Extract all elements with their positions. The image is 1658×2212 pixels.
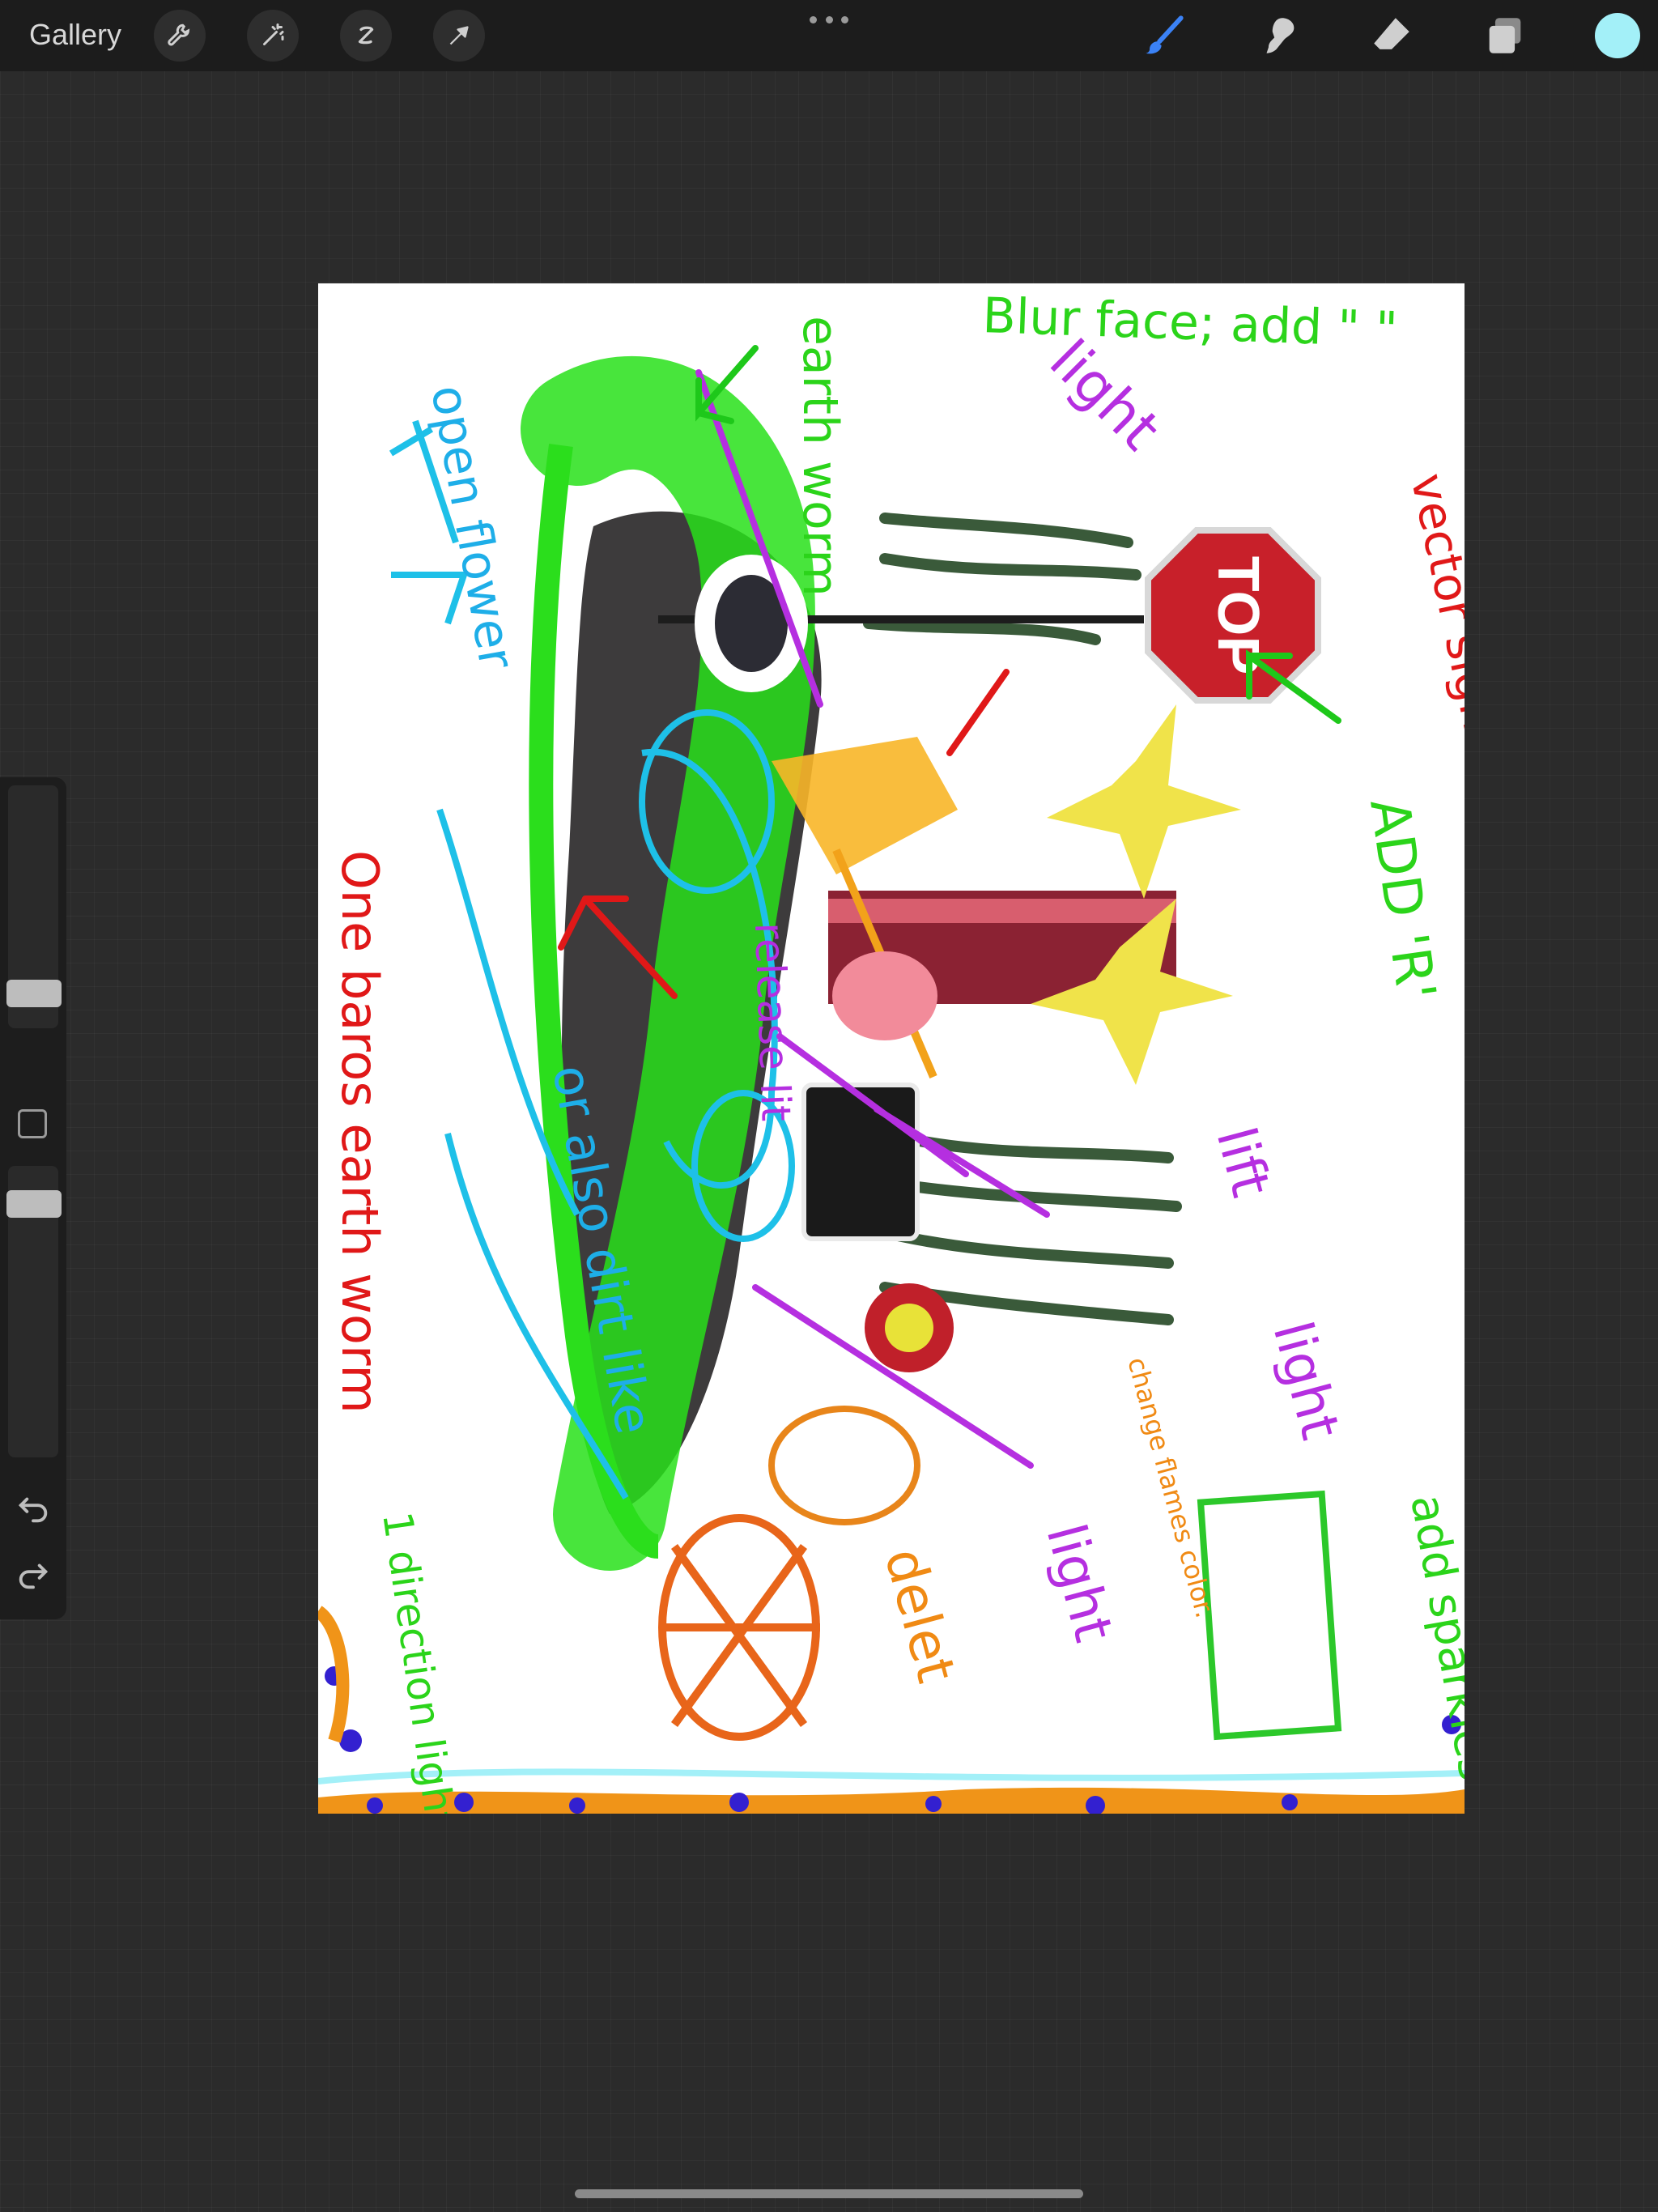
actions-button[interactable] [154, 10, 206, 62]
opacity-slider[interactable] [6, 1166, 62, 1457]
annotation-light-3: light [1261, 1315, 1352, 1445]
brush-size-slider[interactable] [6, 785, 62, 1028]
annotation-light-4: light [1035, 1517, 1125, 1648]
annotation-vector-signs: vector signs [1400, 469, 1465, 759]
selection-icon [358, 26, 374, 45]
opacity-thumb[interactable] [6, 1190, 62, 1218]
more-options-icon[interactable] [810, 8, 848, 31]
transform-button[interactable] [433, 10, 485, 62]
redo-icon[interactable] [15, 1556, 52, 1593]
eraser-icon [1374, 18, 1409, 49]
annotation-light-2: lift [1205, 1121, 1282, 1203]
annotation-earthworm: earth worm [792, 316, 848, 597]
undo-icon[interactable] [15, 1490, 52, 1527]
layers-icon [1489, 18, 1521, 53]
annotation-blur-face: Blur face; add " " [981, 287, 1398, 359]
artwork: TOP Blur face; add " " earth worm open f… [318, 287, 1465, 1814]
gallery-button[interactable]: Gallery [29, 18, 121, 52]
layers-button[interactable] [1477, 8, 1533, 63]
adjustments-button[interactable] [247, 10, 299, 62]
brush-icon [1146, 15, 1184, 54]
eraser-tool-button[interactable] [1364, 8, 1419, 63]
color-picker-button[interactable] [1595, 13, 1640, 58]
annotation-study-light: 1 direction light study [373, 1509, 482, 1814]
annotation-release-lit: release lit [746, 921, 800, 1121]
selection-button[interactable] [340, 10, 392, 62]
brush-size-thumb[interactable] [6, 980, 62, 1007]
annotation-onebaros: One baros earth worm [330, 850, 389, 1414]
drawing-canvas[interactable]: TOP Blur face; add " " earth worm open f… [318, 283, 1465, 1814]
smudge-tool-button[interactable] [1251, 8, 1306, 63]
annotation-change-flames: change flames color. [1121, 1354, 1220, 1621]
stop-sign: TOP [1145, 527, 1321, 704]
annotation-delete: delet [873, 1542, 968, 1689]
modify-button[interactable] [18, 1109, 47, 1138]
smudge-icon [1266, 18, 1295, 53]
wrench-icon [168, 23, 190, 46]
annotation-open-flower: open flower [419, 381, 525, 673]
home-indicator[interactable] [575, 2189, 1083, 2198]
annotation-add-r: ADD 'R' [1358, 795, 1448, 1004]
left-sidebar [0, 777, 66, 1619]
magic-wand-icon [263, 23, 284, 45]
transform-arrow-icon [449, 26, 469, 45]
brush-tool-button[interactable] [1136, 8, 1191, 63]
annotation-add-sparkles: add sparkles [1400, 1491, 1465, 1784]
top-toolbar: Gallery [0, 0, 1658, 71]
